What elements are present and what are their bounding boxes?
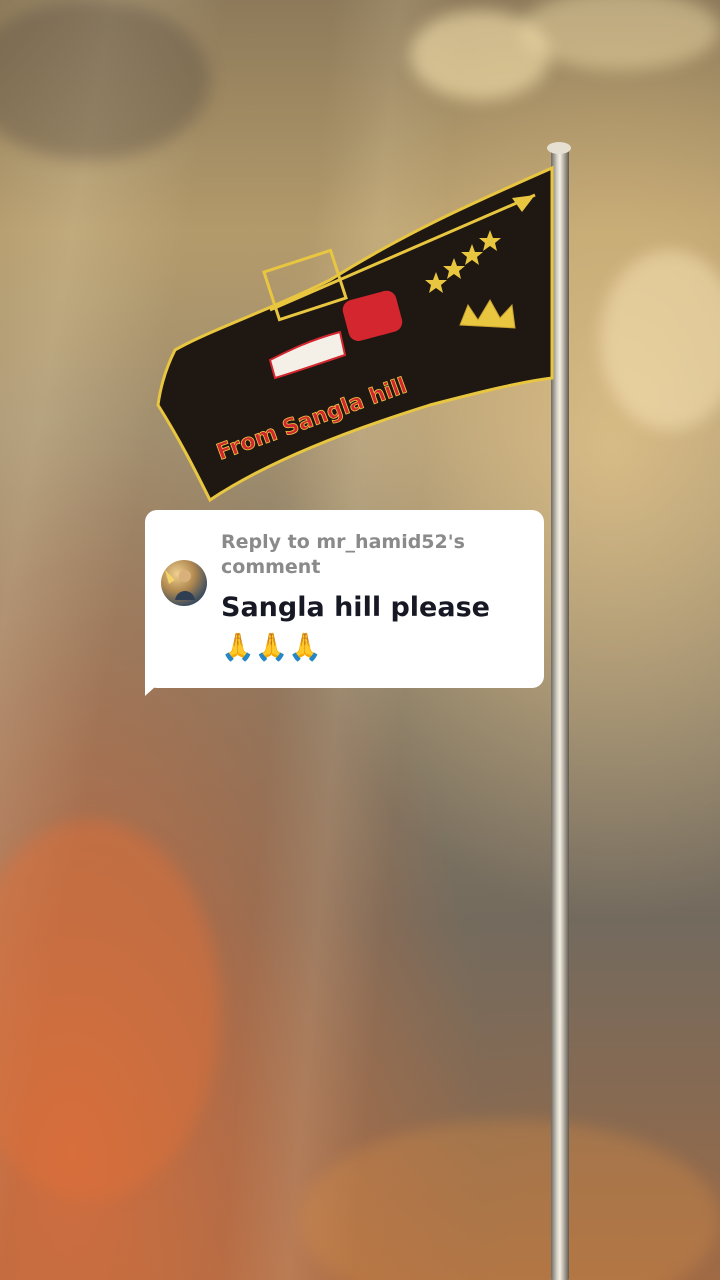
cloud [0, 0, 210, 160]
flag-pole-cap [547, 142, 571, 154]
cloud [600, 250, 720, 430]
comment-text: Sangla hill please 🙏🙏🙏 [221, 592, 490, 663]
flag-image: From Sangla hill [156, 165, 554, 503]
person-icon [165, 570, 195, 600]
reply-comment-card[interactable]: Reply to mr_hamid52's comment Sangla hil… [145, 510, 544, 688]
video-background: From Sangla hill Reply to mr_hamid52's c… [0, 0, 720, 1280]
cloud [520, 0, 720, 70]
reply-to-label: Reply to mr_hamid52's comment [221, 531, 465, 578]
cloud [300, 1120, 720, 1280]
reply-bubble-tail [145, 676, 167, 696]
commenter-avatar[interactable] [161, 560, 207, 606]
cloud [0, 820, 220, 1200]
